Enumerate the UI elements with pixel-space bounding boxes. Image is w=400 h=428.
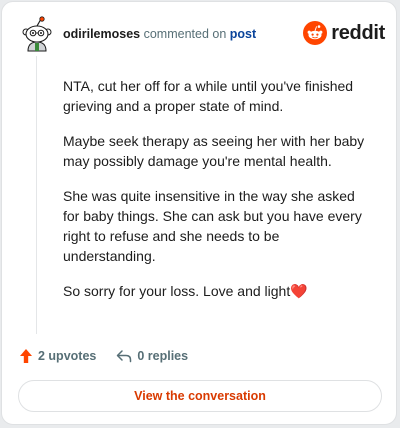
action-text: commented on	[143, 27, 227, 41]
upvote-button[interactable]: 2 upvotes	[19, 348, 96, 364]
upvote-count: 2 upvotes	[38, 349, 97, 363]
thread-line	[36, 56, 37, 334]
comment-byline: odirilemoses commented on post	[63, 27, 256, 41]
snoo-avatar-icon[interactable]	[19, 16, 55, 52]
brand-wordmark: reddit	[331, 21, 385, 44]
post-link[interactable]: post	[230, 27, 256, 41]
comment-body: NTA, cut her off for a while until you'v…	[63, 76, 373, 316]
reply-arrow-icon	[117, 350, 132, 363]
reply-count: 0 replies	[137, 349, 189, 363]
comment-header: odirilemoses commented on post reddit	[19, 14, 385, 54]
reddit-logo[interactable]: reddit	[303, 20, 385, 46]
comment-paragraph: She was quite insensitive in the way she…	[63, 188, 362, 264]
comment-card: odirilemoses commented on post reddit NT…	[1, 1, 397, 425]
reply-button[interactable]: 0 replies	[116, 349, 188, 363]
comment-paragraph: Maybe seek therapy as seeing her with he…	[63, 133, 365, 169]
username-link[interactable]: odirilemoses	[63, 27, 140, 41]
comment-paragraph: So sorry for your loss. Love and light❤️	[63, 283, 308, 299]
reddit-logo-icon	[303, 21, 328, 45]
comment-actions: 2 upvotes 0 replies	[19, 346, 188, 366]
comment-paragraph: NTA, cut her off for a while until you'v…	[63, 78, 354, 114]
view-conversation-button[interactable]: View the conversation	[18, 380, 382, 412]
upvote-arrow-icon	[20, 349, 32, 363]
